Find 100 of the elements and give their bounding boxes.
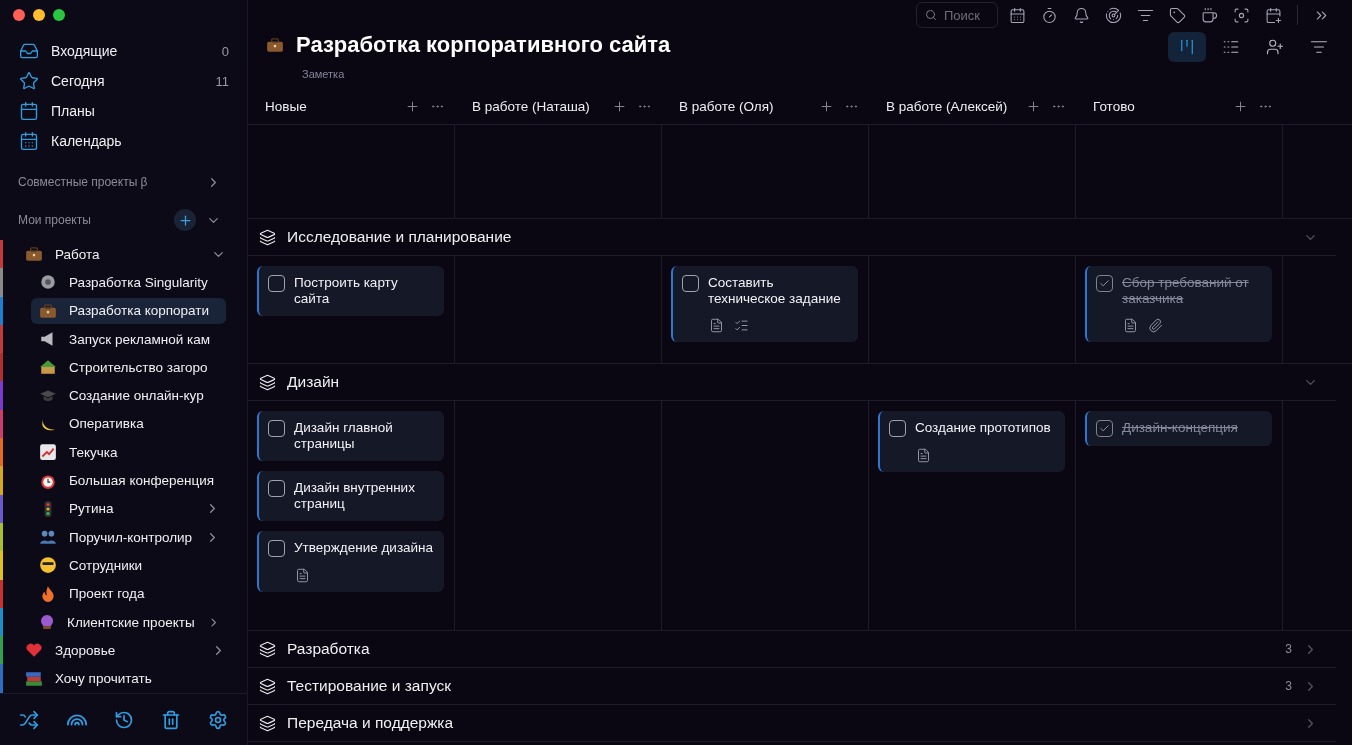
calendar-icon[interactable] — [1009, 6, 1026, 24]
task-checkbox[interactable] — [268, 275, 285, 292]
column-title: В работе (Оля) — [679, 98, 775, 114]
project-item[interactable]: Хочу прочитать — [17, 665, 232, 692]
layers-icon — [259, 373, 276, 391]
my-projects-header[interactable]: Мои проекты — [0, 206, 247, 234]
project-item[interactable]: Здоровье — [17, 637, 232, 664]
briefcase-icon — [39, 301, 57, 320]
settings-icon[interactable] — [207, 709, 228, 730]
board-view-button[interactable] — [1168, 32, 1206, 62]
minimize-button[interactable] — [33, 9, 45, 21]
project-item[interactable]: Рутина — [31, 495, 226, 522]
page-title: Разработка корпоративного сайта — [296, 32, 671, 58]
nav-item[interactable]: Сегодня 11 — [0, 66, 247, 96]
check-icon — [1099, 423, 1110, 434]
search-icon — [925, 9, 937, 21]
project-item[interactable]: Оперативка — [31, 410, 226, 437]
nav-item[interactable]: Планы — [0, 96, 247, 126]
column-title: Готово — [1093, 98, 1136, 114]
search-field[interactable]: Поиск — [916, 2, 998, 28]
section-title: Тестирование и запуск — [287, 677, 452, 695]
crystal-ball-icon — [39, 613, 56, 631]
nav-item[interactable]: Входящие 0 — [0, 36, 247, 66]
project-item[interactable]: Разработка Singularity — [31, 269, 226, 296]
task-card[interactable]: Дизайн главной страницы — [257, 411, 444, 461]
project-item[interactable]: Поручил-контролир — [31, 524, 226, 551]
task-title: Создание прототипов — [915, 420, 1051, 436]
project-item[interactable]: Запуск рекламной кам — [31, 326, 226, 353]
project-item[interactable]: Большая конференция — [31, 467, 226, 494]
section-title: Разработка — [287, 640, 371, 658]
task-card[interactable]: Создание прототипов — [878, 411, 1065, 472]
calendar-plus-icon[interactable] — [1265, 6, 1282, 24]
project-item[interactable]: Клиентские проекты — [31, 609, 226, 635]
check-icon — [1099, 278, 1110, 289]
trash-icon[interactable] — [161, 709, 182, 730]
task-card[interactable]: Построить карту сайта — [257, 266, 444, 316]
project-item[interactable]: Разработка корпорати — [31, 297, 226, 324]
calendar-icon — [19, 131, 39, 151]
radar-icon[interactable] — [1105, 6, 1122, 24]
layers-icon — [259, 640, 276, 658]
section-header[interactable]: Разработка 3 — [248, 631, 1336, 668]
task-card[interactable]: Дизайн-концепция — [1085, 411, 1272, 446]
task-title: Утверждение дизайна — [294, 540, 434, 556]
project-item[interactable]: Проект года — [31, 580, 226, 607]
column-title: В работе (Алексей) — [886, 98, 1009, 114]
tag-icon[interactable] — [1169, 6, 1186, 24]
task-checkbox[interactable] — [682, 275, 699, 292]
task-title: Дизайн-концепция — [1122, 420, 1238, 436]
task-checkbox[interactable] — [268, 540, 285, 557]
task-checkbox[interactable] — [1096, 420, 1113, 437]
add-project-button[interactable] — [174, 209, 196, 231]
task-checkbox[interactable] — [268, 480, 285, 497]
section-header[interactable]: Тестирование и запуск 3 — [248, 668, 1336, 705]
task-checkbox[interactable] — [889, 420, 906, 437]
task-card[interactable]: Сбор требований от заказчика — [1085, 266, 1272, 342]
plus-icon[interactable] — [819, 98, 834, 114]
section-header[interactable]: Дизайн — [248, 364, 1336, 401]
nav-item[interactable]: Календарь — [0, 126, 247, 156]
project-item[interactable]: Создание онлайн-кур — [31, 382, 226, 409]
plus-icon — [177, 212, 193, 228]
section-header[interactable]: Исследование и планирование — [248, 219, 1336, 256]
project-item[interactable]: Текучка — [31, 439, 226, 466]
task-checkbox[interactable] — [268, 420, 285, 437]
task-checkbox[interactable] — [1096, 275, 1113, 292]
plus-icon[interactable] — [612, 98, 627, 114]
people-icon — [39, 528, 57, 547]
history-icon[interactable] — [114, 709, 135, 730]
stopwatch-icon[interactable] — [1041, 6, 1058, 24]
task-card[interactable]: Составить техническое задание — [671, 266, 858, 342]
user-plus-icon — [1266, 38, 1284, 56]
section-header[interactable]: Передача и поддержка — [248, 705, 1336, 742]
shared-projects-header[interactable]: Совместные проекты β — [0, 168, 247, 196]
briefcase-icon — [25, 245, 43, 264]
layers-icon — [259, 714, 276, 732]
task-title: Дизайн внутренних страниц — [294, 480, 416, 512]
section-title: Передача и поддержка — [287, 714, 455, 732]
inbox-icon — [19, 41, 39, 61]
task-card[interactable]: Дизайн внутренних страниц — [257, 471, 444, 521]
plus-icon[interactable] — [405, 98, 420, 114]
star-icon — [19, 71, 39, 91]
shuffle-icon[interactable] — [19, 709, 40, 730]
project-item[interactable]: Сотрудники — [31, 552, 226, 579]
house-icon — [39, 358, 57, 377]
bell-icon[interactable] — [1073, 6, 1090, 24]
maximize-button[interactable] — [53, 9, 65, 21]
column-title: В работе (Наташа) — [472, 98, 591, 114]
close-button[interactable] — [13, 9, 25, 21]
cup-icon[interactable] — [1201, 6, 1218, 24]
focus-icon[interactable] — [1233, 6, 1250, 24]
plus-icon[interactable] — [1026, 98, 1041, 114]
task-title: Составить техническое задание — [708, 275, 842, 307]
board-icon — [1178, 38, 1196, 56]
section-title: Исследование и планирование — [287, 228, 513, 246]
project-item[interactable]: Работа — [17, 241, 232, 268]
plus-icon[interactable] — [1233, 98, 1248, 114]
task-title: Сбор требований от заказчика — [1122, 275, 1250, 307]
task-card[interactable]: Утверждение дизайна — [257, 531, 444, 592]
sunglasses-icon — [39, 556, 57, 575]
filter-icon — [1310, 38, 1328, 56]
project-item[interactable]: Строительство загоро — [31, 354, 226, 381]
